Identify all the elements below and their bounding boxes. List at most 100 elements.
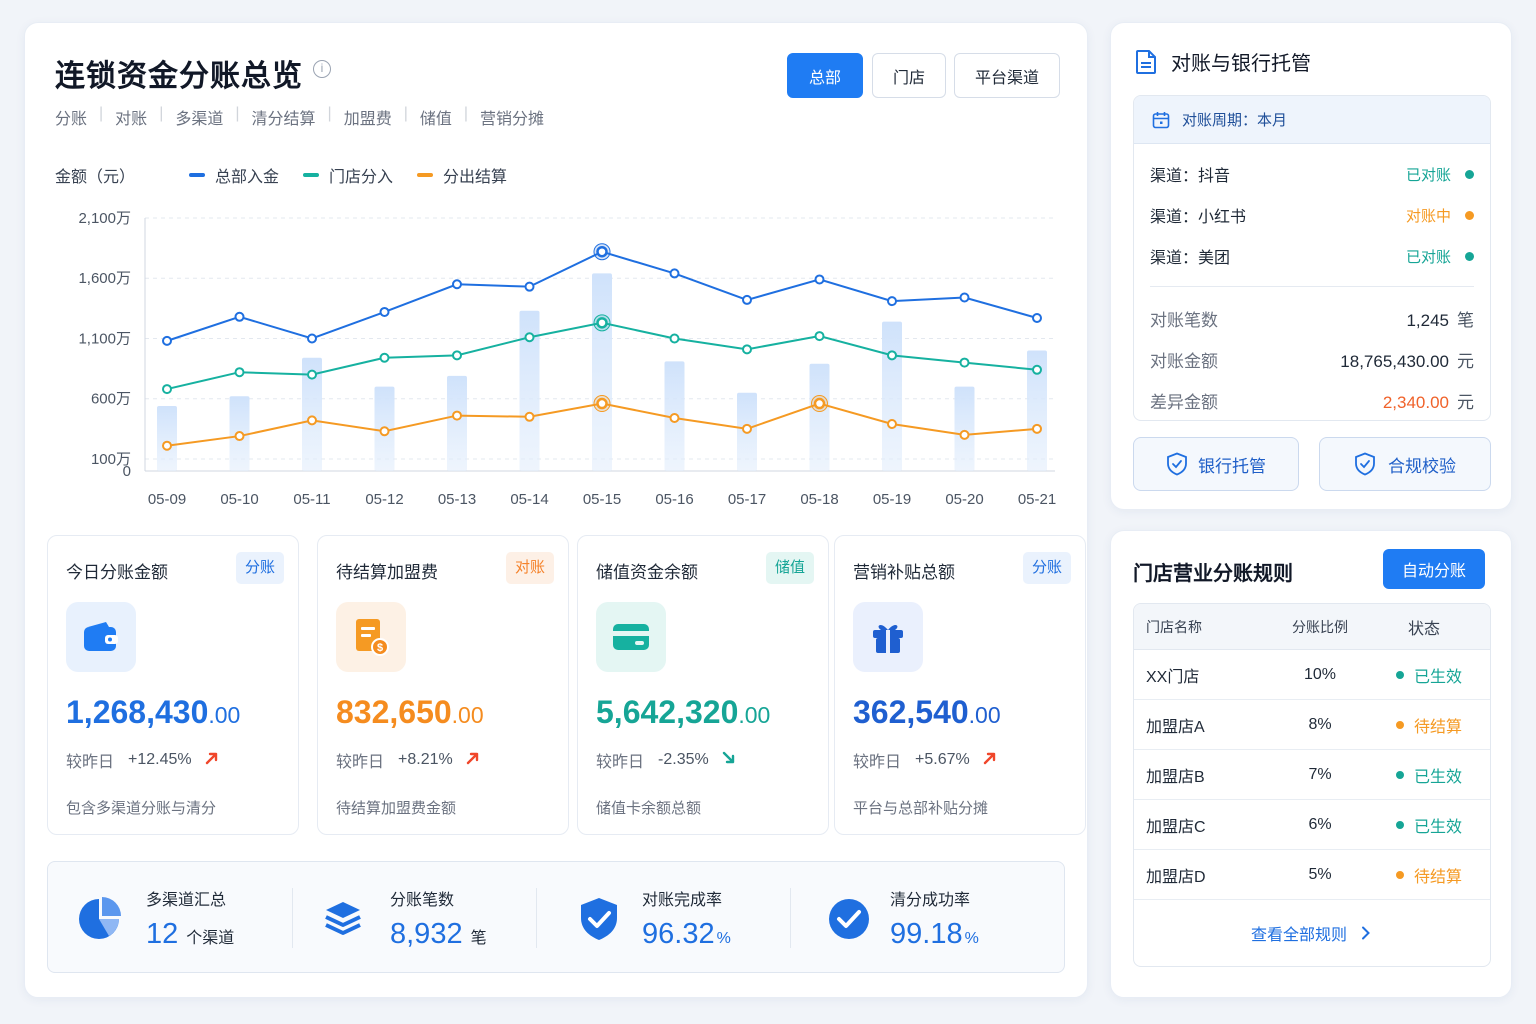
table-row[interactable]: 加盟店C 6% 已生效 <box>1134 800 1490 850</box>
detail-value: 2,340.00 元 <box>1382 392 1474 412</box>
segment-platform-channel[interactable]: 平台渠道 <box>954 53 1060 98</box>
detail-label: 对账笔数 <box>1150 310 1218 330</box>
legend-item[interactable]: 分出结算 <box>417 163 507 187</box>
store-name: 加盟店D <box>1146 868 1206 886</box>
reconciliation-card: 对账与银行托管 对账周期：本月 渠道：抖音 已对账 渠道：小红书 对账中 渠道：美团… <box>1110 22 1512 510</box>
segment-store[interactable]: 门店 <box>872 53 946 98</box>
divider <box>790 888 791 948</box>
channel-row: 渠道：小红书 对账中 <box>1150 195 1474 235</box>
segment-headquarters[interactable]: 总部 <box>787 53 863 98</box>
data-point <box>596 317 608 329</box>
data-point <box>596 245 608 258</box>
store-rules-card: 门店营业分账规则 自动分账 门店名称 分账比例 状态 XX门店 10% 已生效 加盟… <box>1110 530 1512 998</box>
table-header: 门店名称 分账比例 状态 <box>1134 604 1490 650</box>
kpi-compare: 较昨日 +12.45% <box>66 748 220 772</box>
y-tick-label: 1,100万 <box>78 330 131 347</box>
legend-swatch <box>417 173 434 177</box>
table-row[interactable]: 加盟店D 5% 待结算 <box>1134 850 1490 900</box>
kpi-tag: 对账 <box>505 552 554 584</box>
data-point <box>524 332 535 343</box>
summary-split-count: 分账笔数 8,932 笔 <box>302 862 538 972</box>
document-icon <box>1136 49 1156 74</box>
table-row[interactable]: 加盟店B 7% 已生效 <box>1134 750 1490 800</box>
period-selector[interactable]: 对账周期：本月 <box>1134 96 1490 144</box>
kpi-compare: 较昨日 +5.67% <box>853 748 998 772</box>
compliance-check-button[interactable]: 合规校验 <box>1319 437 1491 491</box>
trend-up-icon <box>192 750 220 771</box>
status-dot <box>1396 770 1404 779</box>
divider: | <box>99 105 104 122</box>
legend-item[interactable]: 门店分入 <box>303 163 393 187</box>
kpi-title: 待结算加盟费 <box>336 563 438 582</box>
detail-value: 18,765,430.00 元 <box>1340 351 1474 371</box>
kpi-card[interactable]: 今日分账金额 分账 1,268,430.00 较昨日 +12.45% 包含多渠道分… <box>47 535 299 835</box>
data-point <box>887 350 897 361</box>
detail-label: 对账金额 <box>1150 351 1218 371</box>
rules-table: 门店名称 分账比例 状态 XX门店 10% 已生效 加盟店A 8% 待结算 加盟店B 7%… <box>1133 603 1491 967</box>
card-title: 门店营业分账规则 <box>1133 563 1293 585</box>
y-tick-label: 2,100万 <box>78 210 131 227</box>
summary-value: 12 个渠道 <box>146 918 235 950</box>
subnav-clearing[interactable]: 清分结算 <box>252 105 316 129</box>
legend-item[interactable]: 总部入金 <box>189 163 279 187</box>
channel-row: 渠道：抖音 已对账 <box>1150 154 1474 194</box>
divider: | <box>463 105 469 122</box>
divider: | <box>327 105 332 122</box>
shield-icon <box>1355 452 1375 476</box>
detail-row: 对账金额 18,765,430.00 元 <box>1150 339 1474 379</box>
y-tick-label: 100万 <box>91 451 131 468</box>
detail-value: 1,245 笔 <box>1406 310 1474 330</box>
kpi-title: 储值资金余额 <box>596 563 698 582</box>
auto-split-button[interactable]: 自动分账 <box>1383 549 1485 589</box>
kpi-compare: 较昨日 +8.21% <box>336 748 481 772</box>
kpi-card[interactable]: 待结算加盟费 对账 $ 832,650.00 较昨日 +8.21% 待结算加盟费金… <box>317 535 569 835</box>
status-dot <box>1396 820 1404 829</box>
divider <box>292 888 293 948</box>
subnav-franchise-fee[interactable]: 加盟费 <box>344 105 392 129</box>
table-row[interactable]: XX门店 10% 已生效 <box>1134 650 1490 700</box>
data-point <box>742 294 752 305</box>
data-point <box>162 335 172 346</box>
view-all-rules-link[interactable]: 查看全部规则 <box>1134 900 1490 966</box>
bar <box>882 321 902 471</box>
detail-row: 差异金额 2,340.00 元 <box>1150 380 1474 420</box>
data-point <box>887 296 897 307</box>
legend-label: 门店分入 <box>329 169 394 186</box>
status-dot <box>1465 251 1474 261</box>
kpi-card[interactable]: 营销补贴总额 分账 362,540.00 较昨日 +5.67% 平台与总部补贴分摊 <box>834 535 1086 835</box>
table-row[interactable]: 加盟店A 8% 待结算 <box>1134 700 1490 750</box>
data-point <box>814 331 825 342</box>
x-tick-label: 05-14 <box>510 491 548 508</box>
data-point <box>524 411 535 422</box>
x-tick-label: 05-09 <box>148 491 186 508</box>
overview-card: 连锁资金分账总览 i 分账 | 对账 | 多渠道 | 清分结算 | 加盟费 | 储值 | 营… <box>24 22 1088 998</box>
bar <box>157 405 177 471</box>
data-point <box>524 281 535 292</box>
divider: | <box>403 105 408 122</box>
card-title: 对账与银行托管 <box>1135 47 1311 76</box>
column-header: 分账比例 <box>1292 618 1348 635</box>
subnav-stored-value[interactable]: 储值 <box>420 105 452 129</box>
data-point <box>307 333 317 344</box>
data-point <box>1032 312 1042 323</box>
info-icon[interactable]: i <box>313 60 331 78</box>
kpi-description: 包含多渠道分账与清分 <box>66 800 217 817</box>
subnav-split[interactable]: 分账 <box>55 105 87 129</box>
store-name: XX门店 <box>1146 668 1200 686</box>
chart-legend: 金额（元） 总部入金 门店分入 分出结算 <box>55 163 507 187</box>
summary-label: 多渠道汇总 <box>146 892 227 909</box>
bank-custody-button[interactable]: 银行托管 <box>1133 437 1299 491</box>
data-point <box>742 423 752 434</box>
kpi-tag: 分账 <box>1022 552 1071 584</box>
status-dot <box>1396 720 1404 729</box>
split-ratio: 8% <box>1308 715 1332 733</box>
x-tick-label: 05-13 <box>438 491 476 508</box>
store-name: 加盟店A <box>1146 718 1205 736</box>
summary-channels: 多渠道汇总 12 个渠道 <box>48 862 292 972</box>
channel-name: 渠道：美团 <box>1150 250 1231 267</box>
subnav-reconcile[interactable]: 对账 <box>115 105 147 129</box>
kpi-card[interactable]: 储值资金余额 储值 5,642,320.00 较昨日 -2.35% 储值卡余额总额 <box>577 535 829 835</box>
data-point <box>959 429 970 440</box>
subnav-marketing[interactable]: 营销分摊 <box>480 105 544 129</box>
subnav-multichannel[interactable]: 多渠道 <box>175 105 223 129</box>
